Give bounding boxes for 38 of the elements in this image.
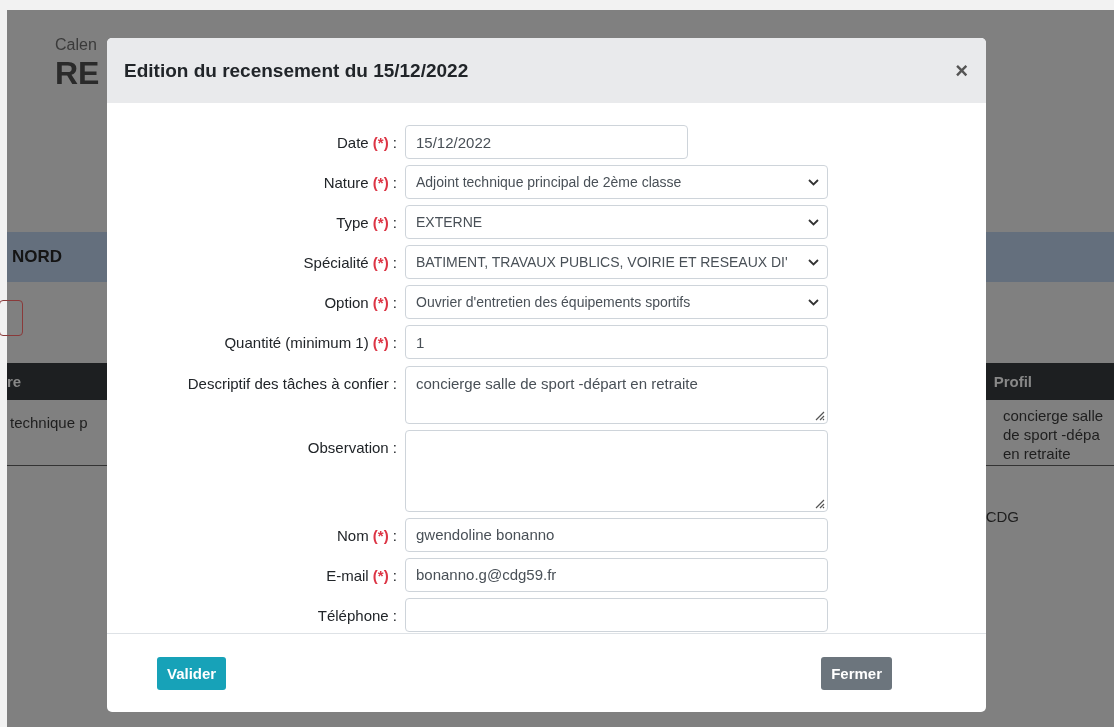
field-label: Date (*) : — [335, 133, 397, 153]
table-cell: CDG — [985, 508, 1019, 525]
chevron-down-icon — [808, 258, 819, 266]
chevron-down-icon — [808, 178, 819, 186]
field-label: Nature (*) : — [322, 173, 397, 194]
text-field[interactable]: 1 — [405, 325, 828, 360]
field-label: Nom (*) : — [336, 525, 397, 546]
page-heading: RE — [55, 54, 100, 92]
field-label: Quantité (minimum 1) (*) : — [223, 333, 397, 354]
field-label: Observation : — [306, 437, 397, 458]
field-label: E-mail (*) : — [325, 565, 397, 586]
select-field[interactable]: Adjoint technique principal de 2ème classe — [405, 165, 828, 200]
text-field[interactable]: gwendoline bonanno — [405, 517, 828, 552]
field-label: Type (*) : — [335, 213, 397, 234]
chevron-down-icon — [808, 218, 819, 226]
field-label: Option (*) : — [323, 293, 397, 314]
table-cell-text: technique p — [9, 413, 88, 433]
dialog-title: Edition du recensement du 15/12/2022 — [124, 59, 469, 82]
outline-button[interactable] — [0, 300, 23, 336]
column-header: re — [7, 373, 22, 390]
field-label: Descriptif des tâches à confier : — [186, 373, 397, 394]
section-title: NORD — [12, 247, 63, 267]
text-field[interactable] — [405, 597, 828, 632]
breadcrumb-text: Calen — [55, 36, 97, 54]
textarea-field[interactable] — [405, 429, 828, 512]
select-field[interactable]: Ouvrier d'entretien des équipements sportifs — [405, 285, 828, 320]
close-dialog-button[interactable]: Fermer — [821, 656, 892, 690]
field-label: Téléphone : — [316, 605, 397, 626]
textarea-field[interactable]: concierge salle de sport -départ en retraite — [405, 365, 828, 424]
text-field[interactable]: bonanno.g@cdg59.fr — [405, 557, 828, 592]
column-header: Profil — [993, 373, 1032, 390]
close-button[interactable]: × — [955, 57, 968, 84]
chevron-down-icon — [808, 298, 819, 306]
field-label: Spécialité (*) : — [302, 253, 397, 274]
date-field[interactable]: 15/12/2022 — [405, 125, 688, 159]
table-cell-text: concierge salle de sport -dépa en retraite — [1003, 406, 1105, 464]
select-field[interactable]: BATIMENT, TRAVAUX PUBLICS, VOIRIE ET RESEAUX DI' — [405, 245, 828, 280]
select-field[interactable]: EXTERNE — [405, 205, 828, 240]
